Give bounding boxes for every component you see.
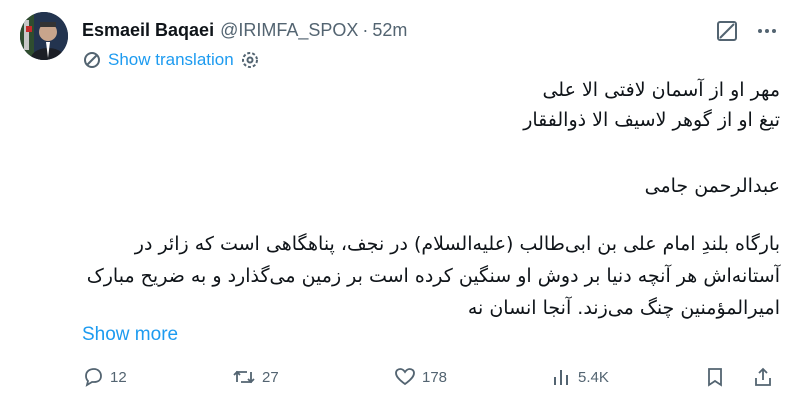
views-button[interactable]: 5.4K: [550, 366, 609, 388]
like-icon: [395, 368, 415, 386]
bookmark-button[interactable]: [704, 366, 726, 388]
tweet-line-1: مهر او از آسمان لافتی الا علی: [542, 79, 780, 101]
author-handle[interactable]: @IRIMFA_SPOX: [220, 20, 358, 41]
translate-icon: [84, 52, 100, 68]
tweet-header: Esmaeil Baqaei @IRIMFA_SPOX · 52m: [82, 20, 407, 41]
show-more-link[interactable]: Show more: [82, 324, 178, 346]
grok-icon[interactable]: [714, 18, 740, 44]
repost-count: 27: [262, 368, 279, 386]
tweet-line-4: بارگاه بلندِ امام علی بن ابی‌طالب (علیه‌…: [134, 233, 780, 255]
tweet-line-5: آستانه‌اش هر آنچه دنیا بر دوش او سنگین ک…: [86, 265, 780, 287]
repost-icon: [233, 370, 255, 384]
reply-count: 12: [110, 368, 127, 386]
gear-icon[interactable]: [240, 50, 260, 70]
views-count: 5.4K: [578, 368, 609, 386]
author-name[interactable]: Esmaeil Baqaei: [82, 20, 214, 41]
share-button[interactable]: [752, 366, 774, 388]
tweet-actions: 12 27 178 5.4K: [82, 366, 782, 396]
like-count: 178: [422, 368, 448, 386]
avatar[interactable]: [20, 12, 68, 60]
timestamp[interactable]: 52m: [372, 20, 407, 41]
tweet-line-3: عبدالرحمن جامی: [644, 175, 780, 197]
avatar-image: [20, 12, 68, 60]
tweet-line-2: تیغ او از گوهر لاسیف الا ذوالفقار: [523, 109, 780, 131]
repost-button[interactable]: 27: [232, 366, 279, 388]
show-translation[interactable]: Show translation: [82, 50, 260, 70]
more-icon[interactable]: [754, 18, 780, 44]
reply-icon: [85, 368, 102, 387]
tweet-line-6: امیرالمؤمنین چنگ می‌زند. آنجا انسان نه: [467, 297, 780, 319]
share-icon: [755, 367, 771, 386]
like-button[interactable]: 178: [394, 366, 447, 388]
bookmark-icon: [708, 368, 722, 387]
separator-dot: ·: [362, 20, 369, 40]
views-icon: [554, 370, 568, 385]
reply-button[interactable]: 12: [82, 366, 127, 388]
show-translation-label[interactable]: Show translation: [108, 50, 234, 70]
